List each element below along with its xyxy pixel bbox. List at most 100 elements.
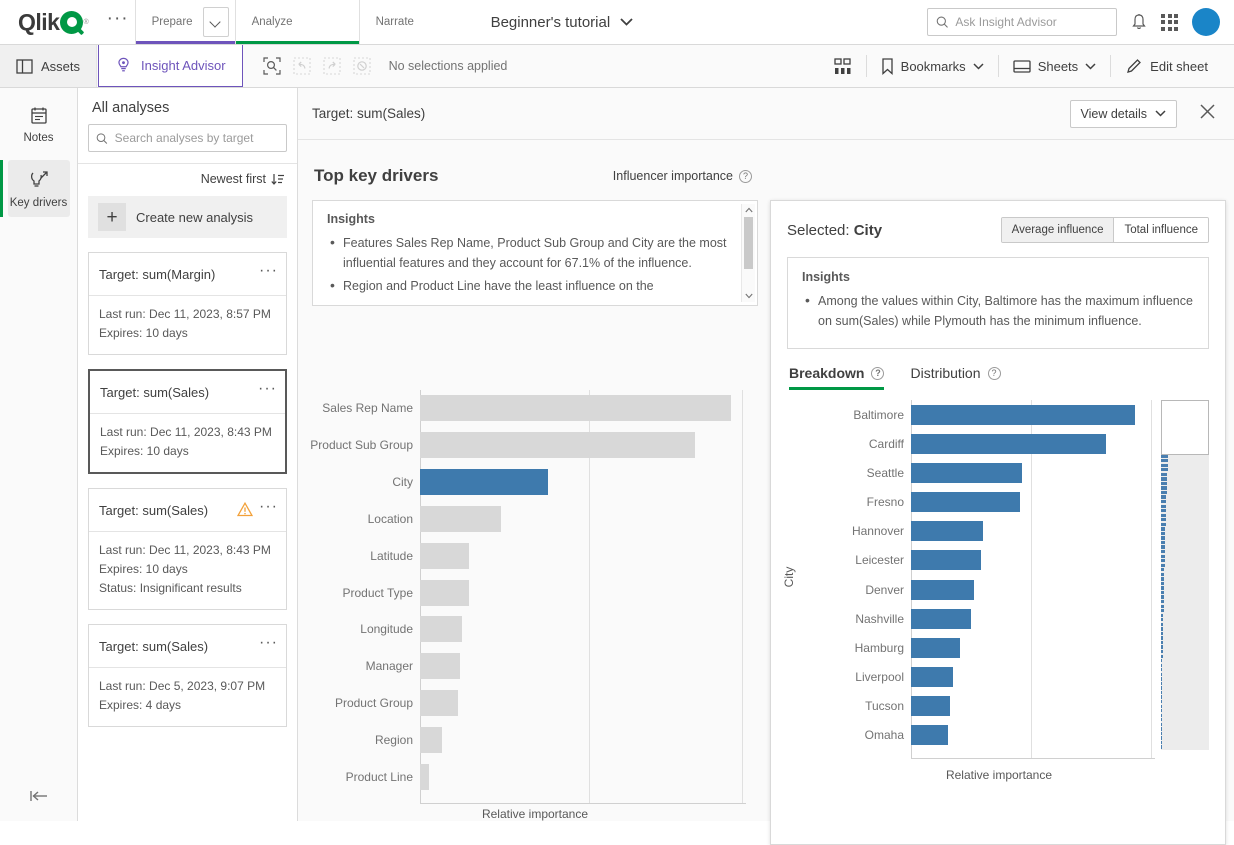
bar[interactable] bbox=[911, 580, 974, 600]
bar[interactable] bbox=[420, 432, 695, 458]
bar[interactable] bbox=[911, 638, 960, 658]
sidebar-item-key-drivers[interactable]: Key drivers bbox=[8, 160, 70, 217]
bar[interactable] bbox=[911, 521, 983, 541]
bar-row[interactable]: Latitude bbox=[420, 543, 742, 569]
bar[interactable] bbox=[420, 653, 460, 679]
app-title-dropdown[interactable]: Beginner's tutorial bbox=[491, 0, 634, 44]
analysis-card-selected[interactable]: Target: sum(Sales) ··· Last run: Dec 11,… bbox=[88, 369, 287, 474]
assets-button[interactable]: Assets bbox=[0, 45, 97, 87]
bar[interactable] bbox=[911, 463, 1022, 483]
bar[interactable] bbox=[911, 667, 953, 687]
create-new-analysis-button[interactable]: + Create new analysis bbox=[88, 196, 287, 238]
grid-apps-icon[interactable] bbox=[1161, 14, 1178, 31]
redo-icon[interactable] bbox=[321, 55, 343, 77]
ellipsis-icon[interactable]: ··· bbox=[259, 634, 278, 658]
bar[interactable] bbox=[420, 506, 501, 532]
undo-icon[interactable] bbox=[291, 55, 313, 77]
bar[interactable] bbox=[911, 609, 971, 629]
bar-row[interactable]: Product Line bbox=[420, 764, 742, 790]
sort-control[interactable]: Newest first bbox=[78, 164, 297, 192]
bar-row[interactable]: Baltimore bbox=[911, 405, 1151, 425]
average-influence-button[interactable]: Average influence bbox=[1002, 218, 1114, 242]
ellipsis-icon[interactable]: ··· bbox=[101, 0, 135, 44]
bar-row[interactable]: City bbox=[420, 469, 742, 495]
minimap-scroller[interactable] bbox=[1161, 400, 1209, 750]
selection-search-icon[interactable] bbox=[261, 55, 283, 77]
bar[interactable] bbox=[420, 616, 462, 642]
search-input[interactable] bbox=[955, 15, 1108, 29]
bar-row[interactable]: Manager bbox=[420, 653, 742, 679]
insights-scrollbar[interactable] bbox=[741, 204, 755, 302]
scroll-down-icon[interactable] bbox=[745, 292, 753, 300]
ellipsis-icon[interactable]: ··· bbox=[258, 380, 277, 404]
bar[interactable] bbox=[420, 764, 429, 790]
bar[interactable] bbox=[420, 395, 731, 421]
bar[interactable] bbox=[420, 580, 469, 606]
bar-row[interactable]: Product Type bbox=[420, 580, 742, 606]
sheets-button[interactable]: Sheets bbox=[999, 45, 1110, 87]
bar-row[interactable]: Location bbox=[420, 506, 742, 532]
bar[interactable] bbox=[911, 405, 1135, 425]
nav-narrate[interactable]: Narrate Storytelling bbox=[359, 0, 449, 44]
help-icon[interactable]: ? bbox=[988, 367, 1001, 380]
help-icon[interactable]: ? bbox=[739, 170, 752, 183]
bar-row[interactable]: Tucson bbox=[911, 696, 1151, 716]
tab-breakdown[interactable]: Breakdown ? bbox=[789, 365, 884, 390]
bar[interactable] bbox=[420, 469, 548, 495]
bar-row[interactable]: Product Group bbox=[420, 690, 742, 716]
analysis-card[interactable]: Target: sum(Sales) ··· Last run: Dec 11,… bbox=[88, 488, 287, 610]
analyses-search[interactable] bbox=[88, 124, 287, 152]
bar-row[interactable]: Cardiff bbox=[911, 434, 1151, 454]
bar-row[interactable]: Nashville bbox=[911, 609, 1151, 629]
bell-icon[interactable] bbox=[1131, 13, 1147, 31]
bar[interactable] bbox=[911, 434, 1106, 454]
bar-row[interactable]: Omaha bbox=[911, 725, 1151, 745]
bar[interactable] bbox=[911, 696, 950, 716]
chevron-down-icon[interactable] bbox=[203, 7, 229, 37]
sidebar-item-notes[interactable]: Notes bbox=[8, 96, 70, 152]
minimap-viewport[interactable] bbox=[1161, 400, 1209, 455]
bar[interactable] bbox=[420, 690, 458, 716]
total-influence-button[interactable]: Total influence bbox=[1113, 218, 1208, 242]
nav-prepare[interactable]: Prepare Data man... bbox=[135, 0, 235, 44]
bar[interactable] bbox=[911, 492, 1020, 512]
bar-row[interactable]: Denver bbox=[911, 580, 1151, 600]
clear-selections-icon[interactable] bbox=[351, 55, 373, 77]
bar-row[interactable]: Leicester bbox=[911, 550, 1151, 570]
insight-advisor-tab[interactable]: Insight Advisor bbox=[98, 45, 243, 87]
close-icon[interactable] bbox=[1193, 103, 1222, 124]
avatar[interactable] bbox=[1192, 8, 1220, 36]
bar-row[interactable]: Seattle bbox=[911, 463, 1151, 483]
bar[interactable] bbox=[911, 550, 981, 570]
tab-distribution[interactable]: Distribution ? bbox=[910, 365, 1000, 390]
search-input[interactable] bbox=[115, 131, 279, 145]
bar[interactable] bbox=[911, 725, 948, 745]
influencer-importance-chart[interactable]: Sales Rep Name Product Sub Group City Locat… bbox=[420, 390, 742, 795]
bar[interactable] bbox=[420, 543, 469, 569]
analysis-card[interactable]: Target: sum(Margin) ··· Last run: Dec 11… bbox=[88, 252, 287, 355]
sheet-grid-icon[interactable] bbox=[820, 45, 866, 87]
bar-row[interactable]: Liverpool bbox=[911, 667, 1151, 687]
ellipsis-icon[interactable]: ··· bbox=[259, 498, 278, 522]
ellipsis-icon[interactable]: ··· bbox=[259, 262, 278, 286]
bar-row[interactable]: Longitude bbox=[420, 616, 742, 642]
scroll-up-icon[interactable] bbox=[745, 206, 753, 214]
bar-row[interactable]: Sales Rep Name bbox=[420, 395, 742, 421]
insight-advisor-search[interactable] bbox=[927, 8, 1117, 36]
edit-sheet-button[interactable]: Edit sheet bbox=[1111, 45, 1222, 87]
bar-row[interactable]: Product Sub Group bbox=[420, 432, 742, 458]
scrollbar-thumb[interactable] bbox=[744, 217, 753, 269]
collapse-left-icon[interactable] bbox=[0, 789, 77, 803]
qlik-logo[interactable]: Qlik ® bbox=[0, 0, 101, 44]
bar-row[interactable]: Region bbox=[420, 727, 742, 753]
bar[interactable] bbox=[420, 727, 442, 753]
view-details-button[interactable]: View details bbox=[1070, 100, 1177, 128]
analysis-card[interactable]: Target: sum(Sales) ··· Last run: Dec 5, … bbox=[88, 624, 287, 727]
nav-analyze[interactable]: Analyze Sheet bbox=[235, 0, 359, 44]
help-icon[interactable]: ? bbox=[871, 367, 884, 380]
bar-row[interactable]: Fresno bbox=[911, 492, 1151, 512]
city-breakdown-chart[interactable]: Baltimore Cardiff Seattle Fresno Hannover Lei… bbox=[911, 400, 1151, 750]
bar-row[interactable]: Hannover bbox=[911, 521, 1151, 541]
bar-row[interactable]: Hamburg bbox=[911, 638, 1151, 658]
bookmarks-button[interactable]: Bookmarks bbox=[867, 45, 998, 87]
